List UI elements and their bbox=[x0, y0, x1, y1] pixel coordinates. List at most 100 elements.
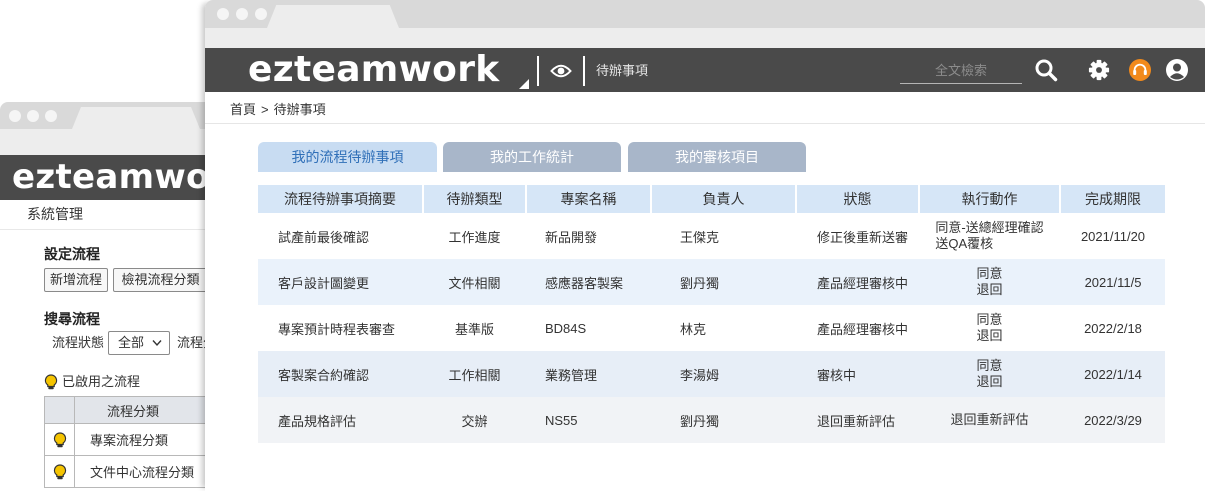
tab-my-work-stats[interactable]: 我的工作統計 bbox=[443, 142, 621, 172]
back-address-strip bbox=[0, 129, 215, 155]
front-window-titlebar bbox=[205, 0, 1205, 28]
back-browser-tab[interactable] bbox=[72, 107, 200, 129]
enabled-flows-title: 已啟用之流程 bbox=[62, 374, 141, 389]
cell-status: 審核中 bbox=[817, 367, 857, 383]
table-header-row: 流程待辦事項摘要 待辦類型 專案名稱 負責人 狀態 執行動作 完成期限 bbox=[258, 185, 1165, 213]
breadcrumb-separator: > bbox=[261, 102, 269, 117]
column-header-actions: 執行動作 bbox=[920, 185, 1059, 213]
cell-status: 產品經理審核中 bbox=[817, 275, 909, 291]
current-page-label: 待辦事項 bbox=[596, 63, 649, 78]
lightbulb-icon bbox=[44, 374, 58, 390]
header-divider bbox=[537, 56, 539, 86]
user-icon[interactable] bbox=[1165, 58, 1189, 82]
cell-type: 文件相關 bbox=[448, 275, 501, 291]
eye-icon[interactable] bbox=[550, 63, 572, 79]
cell-owner: 劉丹獨 bbox=[680, 275, 720, 291]
action-link[interactable]: 退回 bbox=[976, 374, 1002, 390]
row-icon-cell bbox=[45, 424, 75, 456]
front-address-strip bbox=[205, 28, 1205, 48]
window-control-maximize[interactable] bbox=[255, 8, 267, 20]
cell-summary[interactable]: 產品規格評估 bbox=[258, 397, 422, 443]
cell-actions: 同意 退回 bbox=[920, 259, 1059, 305]
column-header-due-date: 完成期限 bbox=[1061, 185, 1165, 213]
cell-actions: 同意 退回 bbox=[920, 351, 1059, 397]
cell-actions: 同意 退回 bbox=[920, 305, 1059, 351]
tab-my-review-items[interactable]: 我的審核項目 bbox=[628, 142, 806, 172]
table-row[interactable]: 專案流程分類 bbox=[45, 424, 215, 456]
system-management-title[interactable]: 系統管理 bbox=[27, 206, 83, 222]
headset-icon[interactable] bbox=[1128, 58, 1152, 82]
action-link[interactable]: 同意-送總經理確認 bbox=[935, 220, 1043, 236]
cell-actions: 同意-送總經理確認 送QA覆核 bbox=[920, 213, 1059, 259]
column-header-type: 待辦類型 bbox=[424, 185, 525, 213]
collapse-triangle-icon[interactable] bbox=[519, 79, 529, 89]
back-browser-window: ezteamwork 系統管理 設定流程 新增流程 檢視流程分類 搜尋流程 流程… bbox=[0, 102, 215, 491]
window-control-minimize[interactable] bbox=[27, 110, 39, 122]
cell-summary[interactable]: 專案預計時程表審查 bbox=[258, 305, 422, 351]
window-control-maximize[interactable] bbox=[45, 110, 57, 122]
breadcrumb-home-link[interactable]: 首頁 bbox=[230, 102, 256, 117]
action-link[interactable]: 同意 bbox=[976, 358, 1002, 374]
action-link[interactable]: 同意 bbox=[976, 312, 1002, 328]
header-divider bbox=[583, 56, 585, 86]
view-flow-category-button[interactable]: 檢視流程分類 bbox=[113, 268, 208, 292]
front-browser-tab[interactable] bbox=[267, 5, 399, 28]
table-row: 試產前最後確認 工作進度 新品開發 王傑克 修正後重新送審 同意-送總經理確認 … bbox=[258, 213, 1165, 259]
action-links: 同意-送總經理確認 送QA覆核 bbox=[935, 220, 1043, 252]
table-row: 客製案合約確認 工作相關 業務管理 李湯姆 審核中 同意 退回 2022/1/1… bbox=[258, 351, 1165, 397]
cell-summary[interactable]: 客製案合約確認 bbox=[258, 351, 422, 397]
cell-status: 退回重新評估 bbox=[817, 413, 896, 429]
table-row[interactable]: 文件中心流程分類 bbox=[45, 456, 215, 488]
search-icon[interactable] bbox=[1034, 58, 1058, 82]
cell-summary[interactable]: 客戶設計圖變更 bbox=[258, 259, 422, 305]
window-control-close[interactable] bbox=[9, 110, 21, 122]
cell-summary[interactable]: 試產前最後確認 bbox=[258, 213, 422, 259]
cell-project: BD84S bbox=[545, 320, 587, 336]
tab-my-flow-todos[interactable]: 我的流程待辦事項 bbox=[258, 142, 437, 172]
cell-due-date: 2022/3/29 bbox=[1084, 412, 1142, 428]
flow-category-name[interactable]: 專案流程分類 bbox=[75, 424, 215, 456]
action-links: 同意 退回 bbox=[976, 312, 1002, 344]
breadcrumb-current: 待辦事項 bbox=[273, 102, 326, 117]
action-link[interactable]: 退回 bbox=[976, 328, 1002, 344]
window-control-close[interactable] bbox=[217, 8, 229, 20]
flow-category-name[interactable]: 文件中心流程分類 bbox=[75, 456, 215, 488]
flow-status-select[interactable]: 全部 bbox=[108, 331, 170, 355]
window-control-minimize[interactable] bbox=[236, 8, 248, 20]
cell-type: 基準版 bbox=[454, 321, 494, 337]
back-app-header: ezteamwork bbox=[0, 155, 215, 200]
flow-category-column-header: 流程分類 bbox=[75, 397, 215, 424]
flow-status-label: 流程狀態 bbox=[52, 335, 105, 350]
cell-type: 工作進度 bbox=[448, 229, 501, 245]
flow-status-value: 全部 bbox=[118, 335, 145, 350]
lightbulb-icon bbox=[53, 431, 66, 447]
table-row: 專案預計時程表審查 基準版 BD84S 林克 產品經理審核中 同意 退回 202… bbox=[258, 305, 1165, 351]
chevron-down-icon bbox=[152, 340, 162, 347]
cell-status: 修正後重新送審 bbox=[817, 229, 909, 245]
search-flow-heading: 搜尋流程 bbox=[44, 311, 100, 327]
cell-due-date: 2021/11/5 bbox=[1084, 274, 1142, 290]
add-flow-button[interactable]: 新增流程 bbox=[44, 268, 108, 292]
system-menu-bar: 系統管理 bbox=[0, 200, 215, 230]
action-links: 退回重新評估 bbox=[950, 412, 1028, 428]
column-header-summary: 流程待辦事項摘要 bbox=[258, 185, 422, 213]
cell-project: 新品開發 bbox=[545, 229, 598, 245]
column-header-status: 狀態 bbox=[797, 185, 918, 213]
column-header-project: 專案名稱 bbox=[527, 185, 650, 213]
back-window-titlebar bbox=[0, 102, 215, 129]
cell-actions: 退回重新評估 bbox=[920, 397, 1059, 443]
cell-type: 工作相關 bbox=[448, 367, 501, 383]
action-link[interactable]: 同意 bbox=[976, 266, 1002, 282]
cell-due-date: 2022/2/18 bbox=[1084, 320, 1142, 336]
gear-icon[interactable] bbox=[1088, 59, 1110, 81]
action-link[interactable]: 退回 bbox=[976, 282, 1002, 298]
cell-due-date: 2021/11/20 bbox=[1080, 228, 1146, 244]
app-logo[interactable]: ezteamwork bbox=[248, 48, 499, 92]
breadcrumb: 首頁 > 待辦事項 bbox=[230, 101, 326, 119]
action-link[interactable]: 送QA覆核 bbox=[935, 236, 1043, 252]
table-row: 產品規格評估 交辦 NS55 劉丹獨 退回重新評估 退回重新評估 2022/3/… bbox=[258, 397, 1165, 443]
breadcrumb-divider bbox=[205, 123, 1205, 124]
app-logo[interactable]: ezteamwork bbox=[12, 155, 215, 200]
fulltext-search-input[interactable] bbox=[900, 58, 1022, 84]
action-link[interactable]: 退回重新評估 bbox=[950, 412, 1028, 428]
